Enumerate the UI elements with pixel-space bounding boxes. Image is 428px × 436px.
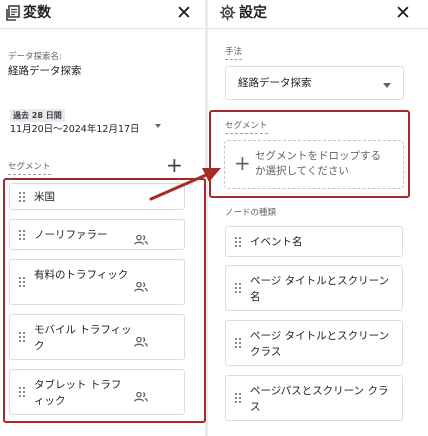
node-type-chip[interactable]: ページパスとスクリーン クラス bbox=[225, 375, 403, 421]
exploration-name-value[interactable]: 経路データ探索 bbox=[8, 64, 82, 78]
drag-handle-icon[interactable] bbox=[19, 191, 25, 202]
date-range-value: 11月20日～2024年12月17日 bbox=[10, 124, 140, 135]
node-type-label: ページ タイトルとスクリーン名 bbox=[250, 275, 390, 303]
settings-panel-header: 設定 ✕ bbox=[208, 0, 428, 29]
variables-panel: 変数 ✕ データ探索名: 経路データ探索 過去 28 日間 11月20日～202… bbox=[0, 0, 205, 436]
node-type-chip[interactable]: イベント名 bbox=[225, 226, 403, 257]
segment-chip[interactable]: 米国 bbox=[9, 183, 185, 210]
node-type-label: ページ タイトルとスクリーン クラス bbox=[250, 330, 390, 358]
segment-chip[interactable]: ノーリファラー bbox=[9, 219, 185, 250]
segment-chip-label: モバイル トラフィック bbox=[34, 324, 132, 352]
segment-chip[interactable]: タブレット トラフィック bbox=[9, 369, 185, 415]
exploration-name-label: データ探索名: bbox=[8, 52, 62, 62]
segment-drop-zone[interactable]: + セグメントをドロップするか選択してください bbox=[224, 140, 404, 189]
node-type-label: ページパスとスクリーン クラス bbox=[250, 385, 389, 413]
drag-handle-icon[interactable] bbox=[235, 393, 241, 403]
plus-icon: + bbox=[234, 151, 251, 175]
variables-panel-header: 変数 ✕ bbox=[0, 0, 205, 29]
add-segment-button[interactable]: + bbox=[166, 155, 183, 175]
settings-panel: 設定 ✕ 手法 経路データ探索 セグメント + セグメントをドロップするか選択し… bbox=[208, 0, 428, 436]
technique-select[interactable]: 経路データ探索 bbox=[225, 66, 404, 100]
segment-chip-label: 米国 bbox=[34, 191, 55, 203]
drag-handle-icon[interactable] bbox=[19, 229, 25, 240]
technique-value: 経路データ探索 bbox=[238, 77, 312, 89]
people-icon bbox=[134, 387, 148, 402]
drag-handle-icon[interactable] bbox=[19, 332, 25, 342]
segments-label: セグメント bbox=[8, 162, 51, 175]
node-types-label: ノードの種類 bbox=[225, 208, 277, 218]
segment-chip-label: タブレット トラフィック bbox=[34, 379, 122, 407]
node-type-label: イベント名 bbox=[250, 236, 303, 248]
segment-chip-label: ノーリファラー bbox=[34, 229, 108, 241]
variables-title: 変数 bbox=[23, 5, 51, 21]
people-icon bbox=[134, 277, 148, 292]
node-type-chip[interactable]: ページ タイトルとスクリーン名 bbox=[225, 265, 403, 311]
drag-handle-icon[interactable] bbox=[235, 236, 241, 247]
date-range-label: 過去 28 日間 bbox=[10, 109, 65, 122]
date-range-picker[interactable]: 過去 28 日間 11月20日～2024年12月17日 bbox=[6, 106, 196, 138]
chevron-down-icon bbox=[155, 124, 161, 128]
segment-chip[interactable]: 有料のトラフィック bbox=[9, 259, 185, 305]
segment-chip[interactable]: モバイル トラフィック bbox=[9, 314, 185, 360]
drag-handle-icon[interactable] bbox=[235, 338, 241, 348]
close-icon[interactable]: ✕ bbox=[395, 2, 411, 24]
dropdown-arrow-icon bbox=[383, 83, 391, 88]
drag-handle-icon[interactable] bbox=[19, 277, 25, 287]
variables-icon bbox=[6, 3, 20, 26]
technique-label: 手法 bbox=[225, 47, 243, 60]
close-icon[interactable]: ✕ bbox=[176, 2, 192, 24]
node-type-chip[interactable]: ページ タイトルとスクリーン クラス bbox=[225, 320, 403, 366]
gear-icon bbox=[219, 3, 236, 26]
settings-segment-label: セグメント bbox=[225, 121, 268, 134]
segment-chip-label: 有料のトラフィック bbox=[34, 269, 129, 281]
segment-drop-zone-text: セグメントをドロップするか選択してください bbox=[255, 150, 381, 177]
drag-handle-icon[interactable] bbox=[235, 283, 241, 293]
settings-title: 設定 bbox=[239, 5, 267, 21]
drag-handle-icon[interactable] bbox=[19, 387, 25, 397]
people-icon bbox=[134, 230, 148, 245]
people-icon bbox=[134, 332, 148, 347]
